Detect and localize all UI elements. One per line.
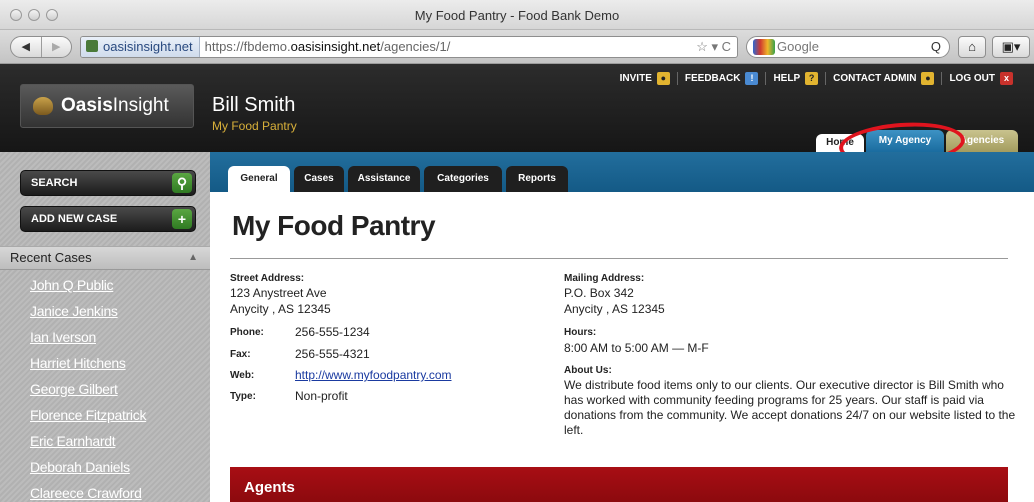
recent-cases-header[interactable]: Recent Cases ▲	[0, 246, 210, 270]
hours-label: Hours:	[564, 327, 597, 338]
logout-icon: x	[1000, 72, 1013, 85]
about-label: About Us:	[564, 365, 612, 376]
search-placeholder: Google	[777, 39, 819, 54]
recent-case-link[interactable]: Harriet Hitchens	[0, 350, 210, 376]
tab-cases[interactable]: Cases	[294, 166, 344, 192]
recent-case-link[interactable]: Ian Iverson	[0, 324, 210, 350]
admin-icon: ●	[921, 72, 935, 85]
nav-buttons: ◀ ▶	[10, 36, 72, 58]
tab-categories[interactable]: Categories	[424, 166, 502, 192]
type-label: Type:	[230, 391, 256, 402]
about-text: We distribute food items only to our cli…	[564, 378, 1016, 437]
site-identity-badge[interactable]: oasisinsight.net	[81, 37, 200, 57]
subtab-bar: General Cases Assistance Categories Repo…	[210, 152, 1034, 192]
google-icon[interactable]	[753, 39, 775, 55]
plus-icon: +	[172, 209, 192, 229]
window-titlebar: My Food Pantry - Food Bank Demo	[0, 0, 1034, 30]
url-text[interactable]: https://fbdemo.oasisinsight.net/agencies…	[200, 39, 451, 54]
agents-section-header[interactable]: Agents	[230, 467, 1008, 502]
recent-case-link[interactable]: John Q Public	[0, 272, 210, 298]
phone-label: Phone:	[230, 327, 264, 338]
collapse-arrow-icon[interactable]: ▲	[188, 247, 198, 269]
help-icon: ?	[805, 72, 819, 85]
divider	[230, 258, 1008, 259]
invite-link[interactable]: INVITE ●	[613, 72, 677, 85]
phone-value: 256-555-1234	[295, 325, 370, 339]
recent-case-link[interactable]: Clareece Crawford	[0, 480, 210, 502]
window-title: My Food Pantry - Food Bank Demo	[414, 8, 620, 23]
sidebar: SEARCH ⚲ ADD NEW CASE + Recent Cases ▲ John…	[0, 152, 210, 502]
oasisinsight-logo[interactable]: OasisInsight	[20, 84, 194, 128]
feedback-icon: !	[745, 72, 759, 85]
fax-value: 256-555-4321	[295, 347, 370, 361]
url-host: oasisinsight.net	[290, 39, 381, 54]
bookmark-star-icon[interactable]: ☆ ▾ C	[696, 37, 731, 57]
address-bar[interactable]: oasisinsight.net https://fbdemo.oasisinsi…	[80, 36, 738, 58]
fax-label: Fax:	[230, 349, 251, 360]
back-button[interactable]: ◀	[11, 37, 41, 57]
web-link[interactable]: http://www.myfoodpantry.com	[295, 368, 452, 383]
forward-button[interactable]: ▶	[40, 37, 72, 57]
mailing-address-label: Mailing Address:	[564, 273, 645, 284]
search-button[interactable]: SEARCH ⚲	[20, 170, 196, 196]
home-icon[interactable]: ⌂	[958, 36, 986, 58]
tab-general[interactable]: General	[228, 166, 290, 192]
mailing-address-line1: P.O. Box 342	[564, 286, 634, 300]
tab-reports[interactable]: Reports	[506, 166, 568, 192]
recent-case-link[interactable]: George Gilbert	[0, 376, 210, 402]
recent-case-link[interactable]: Florence Fitzpatrick	[0, 402, 210, 428]
street-address-label: Street Address:	[230, 273, 305, 284]
page-title: My Food Pantry	[232, 210, 436, 241]
log-out-link[interactable]: LOG OUT x	[941, 72, 1020, 85]
street-address-line2: Anycity , AS 12345	[230, 302, 331, 316]
feedback-link[interactable]: FEEDBACK!	[676, 72, 766, 85]
help-link[interactable]: HELP?	[765, 72, 825, 85]
url-path: /agencies/1/	[380, 39, 451, 54]
add-new-case-button[interactable]: ADD NEW CASE +	[20, 206, 196, 232]
top-links: INVITE ● FEEDBACK! HELP? CONTACT ADMIN ● L…	[613, 72, 1020, 85]
bookmarks-menu-icon[interactable]: ▣▾	[992, 36, 1030, 58]
type-value: Non-profit	[295, 389, 348, 403]
url-prefix: https://fbdemo.	[204, 39, 291, 54]
browser-search-field[interactable]: Google Q	[746, 36, 950, 58]
user-icon: ●	[656, 72, 670, 85]
web-label: Web:	[230, 370, 255, 381]
recent-case-link[interactable]: Eric Earnhardt	[0, 428, 210, 454]
street-address-line1: 123 Anystreet Ave	[230, 286, 327, 300]
tab-assistance[interactable]: Assistance	[348, 166, 420, 192]
mailing-address-line2: Anycity , AS 12345	[564, 302, 665, 316]
hours-value: 8:00 AM to 5:00 AM — M-F	[564, 341, 709, 355]
user-name: Bill Smith	[212, 94, 296, 116]
browser-toolbar: ◀ ▶ oasisinsight.net https://fbdemo.oasis…	[0, 30, 1034, 64]
recent-cases-list: John Q Public Janice Jenkins Ian Iverson…	[0, 272, 210, 502]
magnifier-icon[interactable]: Q	[931, 37, 941, 57]
search-icon: ⚲	[172, 173, 192, 193]
main-content: General Cases Assistance Categories Repo…	[210, 152, 1034, 502]
recent-case-link[interactable]: Deborah Daniels	[0, 454, 210, 480]
contact-admin-link[interactable]: CONTACT ADMIN ●	[825, 72, 941, 85]
recent-case-link[interactable]: Janice Jenkins	[0, 298, 210, 324]
